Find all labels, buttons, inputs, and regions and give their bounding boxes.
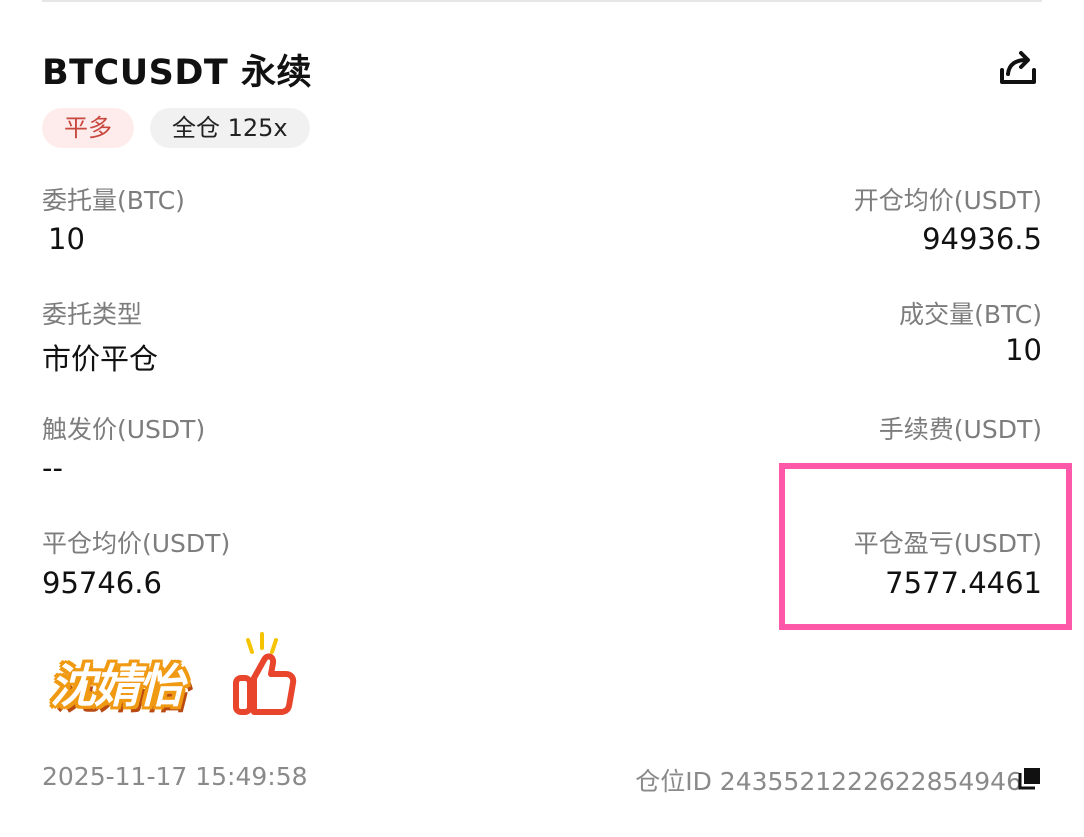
position-side-badge: 平多 <box>42 108 134 148</box>
close-pnl-label: 平仓盈亏(USDT) <box>853 529 1042 558</box>
order-timestamp: 2025-11-17 15:49:58 <box>42 762 308 791</box>
sticker-text: 沈婧怡 <box>50 659 184 713</box>
share-icon[interactable] <box>997 46 1039 88</box>
top-divider <box>42 0 1042 2</box>
fee-label: 手续费(USDT) <box>878 415 1042 444</box>
avg-close-price-value: 95746.6 <box>42 566 162 600</box>
order-type-label: 委托类型 <box>42 300 143 329</box>
avg-open-price-value: 94936.5 <box>922 222 1042 256</box>
close-pnl-value: 7577.4461 <box>885 566 1042 600</box>
thumbs-up-icon <box>233 632 297 715</box>
copy-icon[interactable] <box>1016 766 1042 792</box>
order-type-value: 市价平仓 <box>42 342 159 376</box>
name-sticker: 沈婧怡 <box>40 628 310 723</box>
avg-close-price-label: 平仓均价(USDT) <box>42 529 231 558</box>
filled-qty-value: 10 <box>1005 333 1042 367</box>
order-detail-page: BTCUSDT 永续 平多 全仓 125x 委托量(BTC) 10 开仓均价(U… <box>0 0 1084 837</box>
order-qty-value: 10 <box>48 222 85 256</box>
page-title: BTCUSDT 永续 <box>42 53 312 93</box>
filled-qty-label: 成交量(BTC) <box>899 300 1042 329</box>
trigger-price-value: -- <box>42 451 63 485</box>
order-qty-label: 委托量(BTC) <box>42 186 185 215</box>
trigger-price-label: 触发价(USDT) <box>42 415 206 444</box>
avg-open-price-label: 开仓均价(USDT) <box>853 186 1042 215</box>
margin-mode-badge: 全仓 125x <box>150 108 310 148</box>
position-id: 仓位ID 2435521222622854946 <box>635 767 1022 796</box>
